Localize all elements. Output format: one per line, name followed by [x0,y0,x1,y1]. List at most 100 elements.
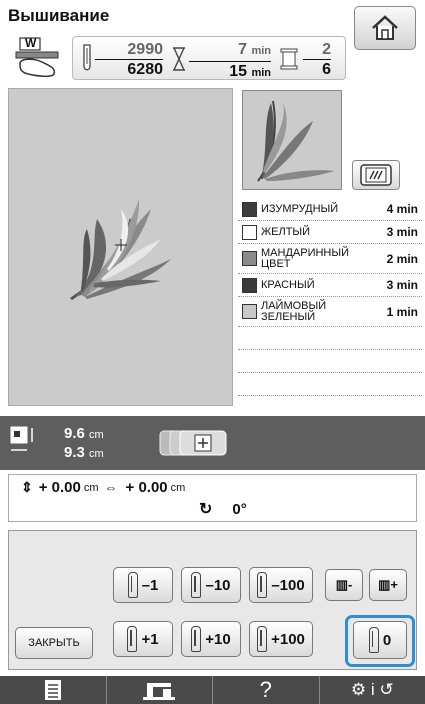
embroidery-frame-icon [159,430,227,456]
bottom-toolbar: ? ⚙ i ↺ [0,676,425,704]
position-x: + 0.00 [125,479,168,496]
time-unit-elapsed: min [251,45,271,57]
size-unit: cm [89,448,104,460]
color-row-empty [238,350,422,373]
button-label: +10 [205,630,231,648]
color-name: ЖЕЛТЫЙ [261,225,311,238]
needle-icon [257,572,268,598]
settings-button[interactable]: ⚙ i ↺ [320,676,425,704]
color-count: 2 6 [303,41,331,79]
thread-spool-icon: ▥+ [378,577,398,592]
button-label: +100 [271,630,305,648]
close-button[interactable]: ЗАКРЫТЬ [15,627,93,659]
rotation-angle: 0° [232,500,247,518]
sewing-machine-icon [143,683,176,700]
color-row-empty [238,327,422,350]
thread-spool-icon: ▥- [335,577,353,592]
minus-10-button[interactable]: –10 [181,567,241,603]
thread-spool-icon [242,201,257,217]
thread-spool-icon [280,48,298,70]
stitch-count: 2990 6280 [95,41,163,79]
button-label: +1 [141,630,159,648]
time-unit-total: min [251,67,271,79]
button-label: 0 [382,631,392,649]
button-label: –100 [271,576,305,594]
needle-icon [191,626,202,652]
prev-color-button[interactable]: ▥- [325,569,363,601]
thread-spool-icon [242,224,257,240]
hourglass-icon [173,47,185,71]
color-time: 4 min [386,202,418,216]
button-label: ЗАКРЫТЬ [28,637,80,649]
thumbnail-image [257,100,335,182]
thread-spool-icon [242,304,257,319]
embroidery-preview[interactable] [8,88,233,406]
needle-icon [83,44,91,71]
size-width: 9.3 [64,444,85,461]
size-height: 9.6 [64,425,85,442]
color-row[interactable]: ЖЕЛТЫЙ 3 min [238,221,422,244]
stitch-stats-panel: 2990 6280 7 min 15 min 2 6 [72,36,346,80]
presser-foot-label: W [25,36,37,50]
needle-icon [127,572,138,598]
page-icon [44,680,61,700]
color-row[interactable]: МАНДАРИННЫЙ ЦВЕТ 2 min [238,244,422,274]
plus-1-button[interactable]: +1 [113,621,173,657]
size-unit: cm [89,429,104,441]
help-button[interactable]: ? [213,676,320,704]
position-panel: ⇕ + 0.00 cm ⇔ + 0.00 cm ↻ 0° [8,474,417,522]
zero-button[interactable]: 0 [353,621,407,659]
color-row[interactable]: ИЗУМРУДНЫЙ 4 min [238,198,422,221]
color-name: ИЗУМРУДНЫЙ [261,202,339,215]
color-time: 3 min [386,225,418,239]
thread-spool-icon [242,277,257,293]
help-icon: ? [259,677,272,702]
size-icon [10,426,33,451]
needle-icon [127,626,138,652]
color-total: 6 [322,61,331,78]
next-color-button[interactable]: ▥+ [369,569,407,601]
needle-icon [191,572,202,598]
color-row[interactable]: ЛАЙМОВЫЙ ЗЕЛЕНЫЙ 1 min [238,297,422,327]
stitch-total: 6280 [127,61,163,78]
position-y: + 0.00 [38,479,81,496]
color-current: 2 [303,41,331,60]
time-elapsed: 7 [238,41,247,58]
needle-position-panel: –1 –10 –100 ▥- ▥+ ЗАКРЫТЬ +1 +10 +100 0 [8,530,417,670]
frame-button[interactable] [352,160,400,190]
horizontal-arrow-icon: ⇔ [104,480,118,495]
frame-size-button[interactable] [158,428,230,458]
needle-icon [257,626,268,652]
color-name: МАНДАРИННЫЙ ЦВЕТ [261,246,350,270]
pattern-size-bar: 9.6 cm 9.3 cm [0,416,425,470]
page-button[interactable] [0,676,107,704]
plus-100-button[interactable]: +100 [249,621,313,657]
plus-10-button[interactable]: +10 [181,621,241,657]
color-name: КРАСНЫЙ [261,278,315,291]
position-unit: cm [83,481,99,494]
rotate-icon: ↻ [199,501,213,518]
page-title: Вышивание [8,6,110,25]
machine-button[interactable] [107,676,213,704]
minus-1-button[interactable]: –1 [113,567,173,603]
color-row-empty [238,373,422,396]
home-button[interactable] [354,6,416,50]
color-row[interactable]: КРАСНЫЙ 3 min [238,274,422,297]
thread-spool-icon [242,251,257,266]
pattern-image [70,199,171,301]
stitch-current: 2990 [95,41,163,60]
minus-100-button[interactable]: –100 [249,567,313,603]
presser-foot-indicator: W [14,36,60,78]
embroidery-frame-icon [360,164,392,186]
button-label: –10 [205,576,231,594]
home-icon [372,15,398,40]
pattern-thumbnail [242,90,342,190]
time-total: 15 [229,63,247,80]
presser-foot-icon [15,37,59,78]
color-time: 1 min [386,304,418,319]
settings-icon: ⚙ i ↺ [350,680,394,699]
time-display: 7 min 15 min [189,41,271,83]
button-label: –1 [141,576,159,594]
color-time: 3 min [386,278,418,292]
needle-icon [368,627,379,653]
